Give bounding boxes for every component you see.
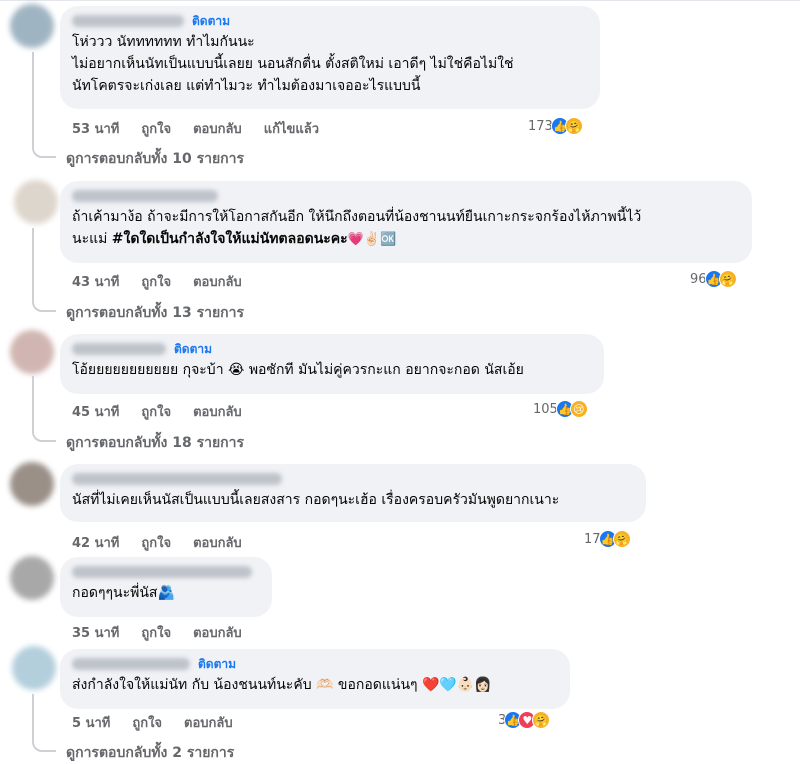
reaction-summary[interactable]: 173 👍 🤗 (528, 117, 583, 135)
hashtag-link[interactable]: #ใดใดเป็นกำลังใจให้แม่นัทตลอดนะคะ (112, 231, 348, 247)
reply-button[interactable]: ตอบกลับ (193, 118, 242, 139)
thread-line (32, 52, 56, 158)
comment-bubble: ถ้าเค้ามาง้อ ถ้าจะมีการให้โอกาสกันอีก ให… (60, 181, 752, 263)
care-icon: 🤗 (564, 117, 583, 135)
avatar[interactable] (10, 556, 54, 600)
comment-actions: 43 นาที ถูกใจ ตอบกลับ (72, 271, 264, 292)
comment-bubble: ติดตาม โห่ววว นัทททททท ทำไมกันนะ ไม่อยาก… (60, 6, 600, 109)
comment-actions: 53 นาที ถูกใจ ตอบกลับ แก้ไขแล้ว (72, 118, 341, 139)
like-button[interactable]: ถูกใจ (141, 622, 171, 643)
comment-actions: 45 นาที ถูกใจ ตอบกลับ (72, 401, 264, 422)
care-icon: 🤗 (718, 270, 737, 288)
follow-button[interactable]: ติดตาม (174, 340, 212, 359)
avatar[interactable] (14, 180, 58, 224)
commenter-name[interactable] (72, 190, 218, 202)
comment-time[interactable]: 42 นาที (72, 532, 119, 553)
reaction-summary[interactable]: 3 👍 ♥ 🤗 (498, 711, 551, 729)
like-button[interactable]: ถูกใจ (141, 532, 171, 553)
comment-bubble: ติดตาม ส่งกำลังใจให้แม่นัท กับ น้องชนนท์… (60, 649, 570, 709)
care-icon: 🤗 (612, 530, 631, 548)
reaction-summary[interactable]: 96 👍 🤗 (690, 270, 737, 288)
view-replies-link[interactable]: ดูการตอบกลับทั้ง 10 รายการ (66, 148, 244, 170)
view-replies-link[interactable]: ดูการตอบกลับทั้ง 18 รายการ (66, 432, 244, 454)
comment-time[interactable]: 53 นาที (72, 118, 119, 139)
reply-button[interactable]: ตอบกลับ (193, 401, 242, 422)
avatar[interactable] (10, 462, 54, 506)
avatar[interactable] (12, 646, 56, 690)
reply-button[interactable]: ตอบกลับ (193, 532, 242, 553)
comment-actions: 42 นาที ถูกใจ ตอบกลับ (72, 532, 264, 553)
follow-button[interactable]: ติดตาม (192, 12, 230, 31)
comment-bubble: ติดตาม โอ้ยยยยยยยยยยย กุจะบ้า 😭 พอซักที … (60, 334, 604, 394)
like-button[interactable]: ถูกใจ (141, 118, 171, 139)
comment-actions: 35 นาที ถูกใจ ตอบกลับ (72, 622, 264, 643)
care-icon: 🤗 (532, 711, 551, 729)
comment-time[interactable]: 35 นาที (72, 622, 119, 643)
comment-bubble: นัสที่ไม่เคยเห็นนัสเป็นแบบนี้เลยสงสาร กอ… (60, 464, 646, 522)
comment-time[interactable]: 43 นาที (72, 271, 119, 292)
comment-text: กอดๆๆนะพี่นัส🫂 (72, 585, 175, 601)
thread-line (32, 694, 56, 752)
thread-line (32, 376, 56, 442)
reply-button[interactable]: ตอบกลับ (193, 271, 242, 292)
commenter-name[interactable] (72, 658, 190, 670)
comment-text: โห่ววว นัทททททท ทำไมกันนะ ไม่อยากเห็นนัท… (72, 34, 514, 94)
comment-time[interactable]: 5 นาที (72, 712, 110, 733)
like-button[interactable]: ถูกใจ (132, 712, 162, 733)
avatar[interactable] (10, 330, 54, 374)
comment-text: โอ้ยยยยยยยยยยย กุจะบ้า 😭 พอซักที มันไม่ค… (72, 362, 524, 378)
comment-text: นัสที่ไม่เคยเห็นนัสเป็นแบบนี้เลยสงสาร กอ… (72, 492, 560, 508)
thread-line (32, 228, 56, 312)
commenter-name[interactable] (72, 15, 184, 27)
view-replies-link[interactable]: ดูการตอบกลับทั้ง 13 รายการ (66, 302, 244, 324)
reaction-count: 105 (533, 401, 558, 417)
reply-button[interactable]: ตอบกลับ (193, 622, 242, 643)
commenter-name[interactable] (72, 473, 282, 485)
follow-button[interactable]: ติดตาม (198, 655, 236, 674)
commenter-name[interactable] (72, 343, 166, 355)
reaction-summary[interactable]: 105 👍 😢 (533, 400, 588, 418)
like-button[interactable]: ถูกใจ (141, 401, 171, 422)
top-divider (0, 0, 800, 1)
comment-bubble: กอดๆๆนะพี่นัส🫂 (60, 557, 272, 617)
comment-text: ส่งกำลังใจให้แม่นัท กับ น้องชนนท์นะคับ 🫶… (72, 677, 492, 693)
commenter-name[interactable] (72, 566, 252, 578)
comment-actions: 5 นาที ถูกใจ ตอบกลับ (72, 712, 255, 733)
comment-time[interactable]: 45 นาที (72, 401, 119, 422)
view-replies-link[interactable]: ดูการตอบกลับทั้ง 2 รายการ (66, 742, 234, 764)
sad-icon: 😢 (569, 400, 588, 418)
like-button[interactable]: ถูกใจ (141, 271, 171, 292)
edited-label[interactable]: แก้ไขแล้ว (264, 118, 319, 139)
comment-text: ถ้าเค้ามาง้อ ถ้าจะมีการให้โอกาสกันอีก ให… (72, 209, 642, 247)
reaction-count: 173 (528, 118, 553, 134)
reply-button[interactable]: ตอบกลับ (184, 712, 233, 733)
avatar[interactable] (10, 4, 54, 48)
reaction-summary[interactable]: 17 👍 🤗 (584, 530, 631, 548)
